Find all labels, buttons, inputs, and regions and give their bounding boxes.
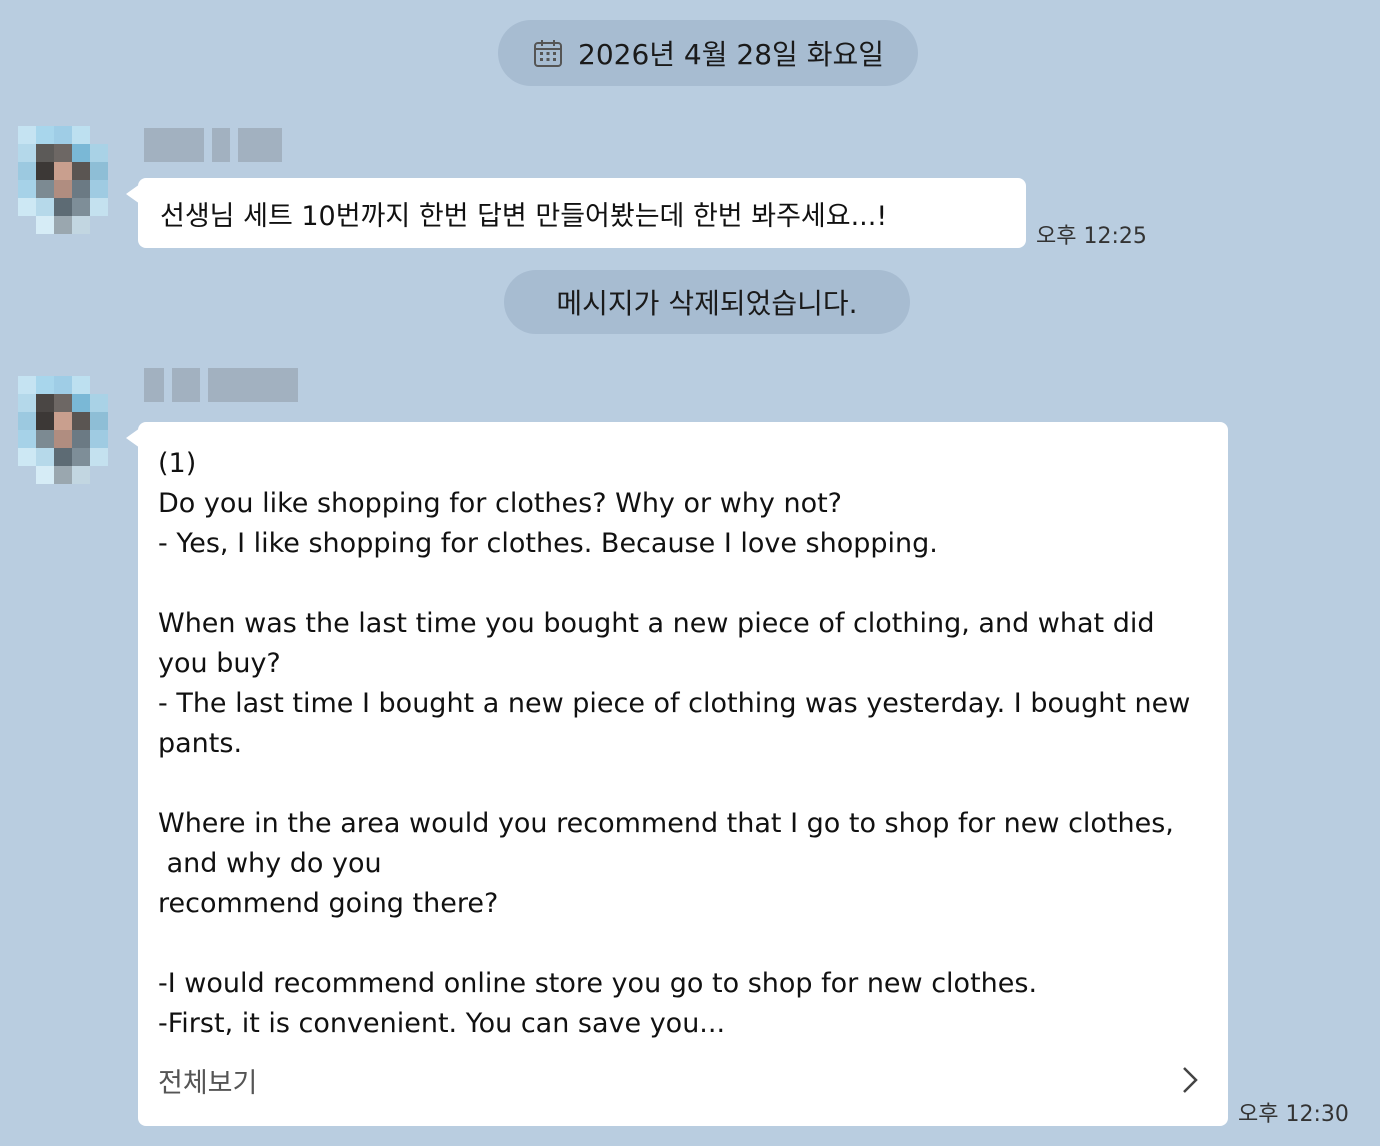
see-all-link[interactable]: 전체보기 <box>158 1061 257 1100</box>
message-text: (1) Do you like shopping for clothes? Wh… <box>158 448 1191 1039</box>
message-bubble[interactable]: (1) Do you like shopping for clothes? Wh… <box>126 422 1228 1126</box>
message-time: 오후 12:25 <box>1036 224 1147 249</box>
deleted-message-notice: 메시지가 삭제되었습니다. <box>504 270 910 334</box>
date-divider: 2026년 4월 28일 화요일 <box>498 20 918 86</box>
deleted-message-label: 메시지가 삭제되었습니다. <box>556 287 858 320</box>
message-bubble[interactable]: 선생님 세트 10번까지 한번 답변 만들어봤는데 한번 봐주세요...! <box>126 178 1026 248</box>
calendar-icon <box>534 40 563 67</box>
chevron-right-icon[interactable] <box>1180 1064 1200 1096</box>
sender-name <box>144 126 282 164</box>
message-time: 오후 12:30 <box>1238 1102 1349 1127</box>
avatar[interactable] <box>18 126 108 236</box>
date-divider-label: 2026년 4월 28일 화요일 <box>578 38 884 71</box>
avatar[interactable] <box>18 376 108 486</box>
sender-name <box>144 366 298 404</box>
message-text: 선생님 세트 10번까지 한번 답변 만들어봤는데 한번 봐주세요...! <box>160 200 888 232</box>
